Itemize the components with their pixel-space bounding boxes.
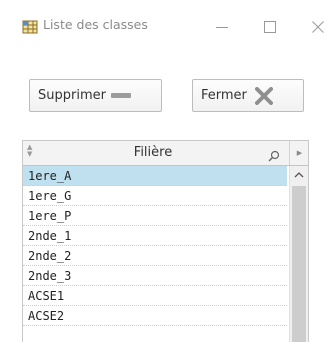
table-row[interactable]: 1ere_A <box>23 166 287 186</box>
fermer-button[interactable]: Fermer <box>192 79 304 112</box>
table-row[interactable]: 1ere_G <box>23 186 287 206</box>
title-bar[interactable]: Liste des classes <box>0 0 331 56</box>
table-row[interactable]: 1ere_P <box>23 206 287 226</box>
column-menu-arrow-icon[interactable]: ▶ <box>289 141 308 165</box>
supprimer-button[interactable]: Supprimer <box>29 79 162 112</box>
search-icon[interactable] <box>268 147 280 166</box>
table-row[interactable]: 2nde_1 <box>23 226 287 246</box>
close-window-button[interactable] <box>298 10 331 44</box>
fermer-label: Fermer <box>201 88 247 103</box>
table-row[interactable]: 2nde_3 <box>23 266 287 286</box>
maximize-button[interactable] <box>250 10 290 44</box>
window-title: Liste des classes <box>43 17 148 32</box>
table-row[interactable]: 2nde_2 <box>23 246 287 266</box>
maximize-icon <box>264 21 276 33</box>
column-header-filiere[interactable]: Filière <box>23 145 283 160</box>
table-row[interactable]: ACSE2 <box>23 306 287 326</box>
table-rows: 1ere_A 1ere_G 1ere_P 2nde_1 2nde_2 2nde_… <box>23 166 287 326</box>
scrollbar-thumb[interactable] <box>292 186 306 342</box>
x-icon <box>254 86 273 105</box>
supprimer-label: Supprimer <box>38 88 106 103</box>
grid-app-icon <box>22 19 38 34</box>
classes-table: ▲ ▼ Filière ▶ 1ere_A 1ere_G 1ere_P 2nde_1… <box>22 140 309 342</box>
minimize-button[interactable] <box>202 10 242 44</box>
table-header[interactable]: ▲ ▼ Filière ▶ <box>23 141 308 166</box>
minus-icon <box>110 93 131 98</box>
scroll-up-arrow-icon[interactable] <box>290 166 308 184</box>
table-row[interactable]: ACSE1 <box>23 286 287 306</box>
minimize-icon <box>216 27 228 28</box>
liste-des-classes-window: Liste des classes Supprimer Fermer ▲ ▼ F… <box>0 0 331 342</box>
close-icon <box>312 21 324 33</box>
vertical-scrollbar[interactable] <box>289 166 308 342</box>
